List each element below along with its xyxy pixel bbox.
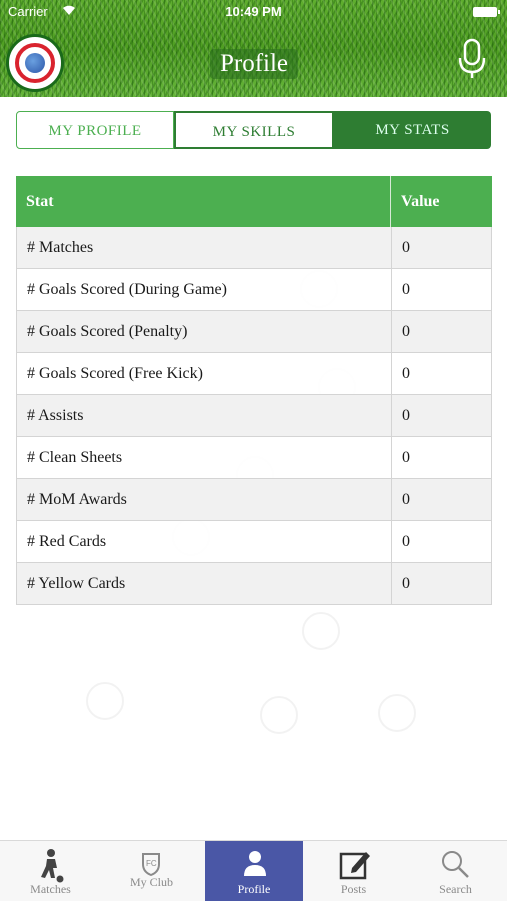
background-ball-icon: [378, 694, 416, 732]
stat-name: # Goals Scored (Free Kick): [17, 353, 392, 394]
stat-name: # Goals Scored (During Game): [17, 269, 392, 310]
tab-label: Matches: [30, 882, 71, 896]
stat-value: 0: [402, 533, 410, 550]
tab-my-skills[interactable]: MY SKILLS: [174, 111, 334, 149]
status-bar: Carrier 10:49 PM: [0, 4, 507, 22]
tab-search[interactable]: Search: [404, 841, 507, 901]
search-icon: [442, 851, 469, 878]
svg-text:FC: FC: [146, 859, 157, 868]
bottom-tab-bar: Matches FC My Club Profile Posts Search: [0, 840, 507, 901]
header: Carrier 10:49 PM Profile: [0, 0, 507, 97]
tab-label: Profile: [237, 882, 271, 896]
table-header: Stat Value: [16, 176, 492, 227]
table-row: # Assists 0: [16, 395, 492, 437]
tab-profile[interactable]: Profile: [205, 841, 303, 901]
edit-post-icon: [339, 852, 370, 880]
stat-value: 0: [402, 281, 410, 298]
table-row: # MoM Awards 0: [16, 479, 492, 521]
player-kicking-icon: [41, 849, 64, 883]
table-row: # Goals Scored (During Game) 0: [16, 269, 492, 311]
person-icon: [244, 851, 266, 876]
table-row: # Clean Sheets 0: [16, 437, 492, 479]
stat-value: 0: [402, 491, 410, 508]
stat-value: 0: [402, 365, 410, 382]
tab-my-club[interactable]: FC My Club: [101, 841, 202, 901]
status-time: 10:49 PM: [225, 4, 282, 19]
header-stat: Stat: [16, 176, 391, 227]
profile-tabs: MY PROFILE MY SKILLS MY STATS: [16, 111, 491, 149]
stats-table: Stat Value # Matches 0 # Goals Scored (Du…: [16, 176, 492, 605]
table-row: # Yellow Cards 0: [16, 563, 492, 605]
tab-posts[interactable]: Posts: [303, 841, 404, 901]
tab-label: Search: [439, 882, 472, 896]
tab-label: Posts: [340, 882, 367, 896]
battery-icon: [473, 7, 500, 17]
stat-value: 0: [402, 239, 410, 256]
page-title: Profile: [210, 49, 298, 79]
background-ball-icon: [260, 696, 298, 734]
background-ball-icon: [86, 682, 124, 720]
stat-value: 0: [402, 323, 410, 340]
tab-my-profile[interactable]: MY PROFILE: [16, 111, 174, 149]
background-ball-icon: [302, 612, 340, 650]
stat-name: # Red Cards: [17, 521, 392, 562]
tab-matches[interactable]: Matches: [0, 841, 101, 901]
stat-name: # MoM Awards: [17, 479, 392, 520]
tab-my-stats[interactable]: MY STATS: [334, 111, 491, 149]
stat-name: # Matches: [17, 227, 392, 268]
stat-value: 0: [402, 449, 410, 466]
stat-name: # Goals Scored (Penalty): [17, 311, 392, 352]
stat-value: 0: [402, 575, 410, 592]
stat-name: # Assists: [17, 395, 392, 436]
club-badge-icon: FC: [142, 853, 160, 877]
table-row: # Red Cards 0: [16, 521, 492, 563]
table-row: # Matches 0: [16, 227, 492, 269]
microphone-icon[interactable]: [457, 38, 487, 80]
stat-name: # Clean Sheets: [17, 437, 392, 478]
table-row: # Goals Scored (Free Kick) 0: [16, 353, 492, 395]
table-row: # Goals Scored (Penalty) 0: [16, 311, 492, 353]
stat-value: 0: [402, 407, 410, 424]
tab-label: My Club: [129, 875, 173, 889]
app-logo: [6, 34, 64, 92]
header-value: Value: [401, 193, 440, 210]
stat-name: # Yellow Cards: [17, 563, 392, 604]
